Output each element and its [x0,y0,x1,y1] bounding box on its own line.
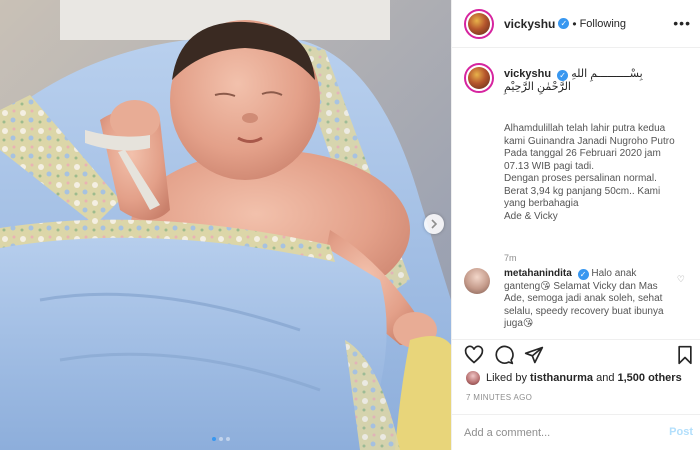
newborn-baby-image [0,0,451,450]
carousel-indicator [212,437,230,441]
comment-text: metahanindita ✓ Halo anak ganteng😘 Selam… [504,268,674,331]
caption-line: Alhamdulillah telah lahir putra kedua ka… [504,123,675,147]
like-comment-heart-icon[interactable]: ♡ [677,274,685,285]
post-side-panel: vickyshu ✓ • Following ••• vickyshu ✓ بِ… [451,0,700,450]
comments-scroll-area[interactable]: vickyshu ✓ بِسْــــــــــمِ اللهِ الرَّح… [452,49,700,339]
avatar [466,371,480,385]
more-options-icon[interactable]: ••• [673,15,691,31]
caption-username[interactable]: vickyshu [504,68,551,80]
caption-line: Ade & Vicky [504,210,558,222]
carousel-dot [212,437,216,441]
verified-badge-icon: ✓ [558,18,570,29]
verified-badge-icon: ✓ [557,70,569,81]
likes-summary: Liked by tisthanurma and 1,500 others [466,371,682,385]
avatar[interactable] [464,8,494,39]
header-separator: • [572,16,577,31]
add-comment-input[interactable] [464,423,654,443]
caption-text: Alhamdulillah telah lahir putra kedua ka… [504,123,679,223]
post-timestamp[interactable]: 7 MINUTES AGO [466,393,532,402]
post-photo[interactable] [0,0,451,450]
following-button[interactable]: Following [580,18,626,30]
caption-header: vickyshu ✓ بِسْــــــــــمِ اللهِ الرَّح… [504,68,679,94]
share-paper-plane-icon[interactable] [524,345,544,370]
verified-badge-icon: ✓ [577,269,589,280]
likes-others-link[interactable]: 1,500 others [618,372,682,384]
carousel-dot [219,437,223,441]
caption-line: Pada tanggal 26 Februari 2020 jam 07.13 … [504,148,661,172]
carousel-dot [226,437,230,441]
post-header: vickyshu ✓ • Following ••• [452,0,700,48]
caption-line: Dengan proses persalinan normal. [504,173,657,184]
add-comment-bar: Post [452,414,700,450]
action-bar [452,339,700,369]
like-heart-icon[interactable] [464,345,484,370]
header-username[interactable]: vickyshu [504,17,555,31]
comment-username[interactable]: metahanindita [504,268,572,279]
save-bookmark-icon[interactable] [676,345,694,370]
comment-bubble-icon[interactable] [494,345,514,370]
caption-timestamp[interactable]: 7m [504,253,517,263]
likes-prefix: Liked by [486,372,527,384]
post-comment-button[interactable]: Post [669,426,693,438]
next-photo-button[interactable] [424,214,444,234]
avatar[interactable] [464,63,494,93]
chevron-right-icon [431,219,438,229]
caption-line: Berat 3,94 kg panjang 50cm.. Kami yang b… [504,185,661,210]
avatar[interactable] [464,268,490,294]
likes-and: and [596,372,615,384]
likes-user[interactable]: tisthanurma [530,372,593,384]
